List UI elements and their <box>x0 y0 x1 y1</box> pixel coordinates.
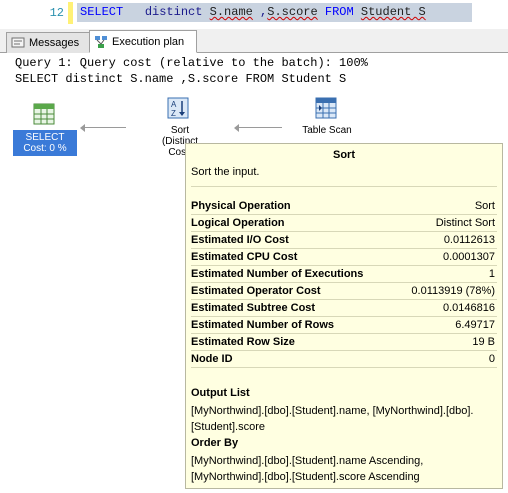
property-key: Estimated Subtree Cost <box>191 302 316 314</box>
svg-text:Z: Z <box>171 109 176 118</box>
line-number: 12 <box>49 6 64 20</box>
property-value: 19 B <box>472 336 495 348</box>
property-key: Logical Operation <box>191 217 285 229</box>
property-value: 6.49717 <box>455 319 495 331</box>
property-key: Estimated Number of Executions <box>191 268 364 280</box>
property-value: Distinct Sort <box>435 217 495 229</box>
tooltip-properties: Physical Operation Sort Logical Operation… <box>191 198 497 368</box>
property-key: Estimated Operator Cost <box>191 285 321 297</box>
select-result-icon[interactable] <box>33 103 55 130</box>
code-distinct: distinct <box>123 5 210 19</box>
property-value: 0.0146816 <box>443 302 495 314</box>
operator-tooltip: Sort Sort the input. Physical Operation S… <box>185 143 503 489</box>
messages-icon <box>11 36 25 50</box>
results-tab-strip: Messages Execution plan <box>0 29 508 53</box>
property-key: Estimated I/O Cost <box>191 234 289 246</box>
property-key: Estimated CPU Cost <box>191 251 298 263</box>
selected-code-line[interactable]: SELECT distinct S.name ,S.score FROM Stu… <box>77 3 472 22</box>
table-scan-icon[interactable] <box>315 97 337 124</box>
property-key: Estimated Row Size <box>191 336 295 348</box>
property-value: 0.0001307 <box>443 251 495 263</box>
property-row: Physical Operation Sort <box>191 198 497 215</box>
property-row: Node ID 0 <box>191 351 497 368</box>
code-column-name: S.name <box>209 5 253 19</box>
tab-execution-plan[interactable]: Execution plan <box>89 30 197 53</box>
property-row: Estimated Subtree Cost 0.0146816 <box>191 300 497 317</box>
execution-plan-icon <box>94 35 108 49</box>
tooltip-separator <box>191 186 497 187</box>
property-row: Estimated Number of Executions 1 <box>191 266 497 283</box>
property-value: 0.0113919 (78%) <box>411 285 495 297</box>
code-keyword-select: SELECT <box>80 5 124 19</box>
code-column-score: S.score <box>267 5 318 19</box>
flow-arrow-scan-to-sort <box>236 127 282 128</box>
tab-messages-label: Messages <box>29 37 80 49</box>
property-key: Node ID <box>191 353 233 365</box>
code-keyword-from: FROM <box>317 5 361 19</box>
property-row: Estimated I/O Cost 0.0112613 <box>191 232 497 249</box>
tooltip-description: Sort the input. <box>191 166 260 178</box>
order-by-text: [MyNorthwind].[dbo].[Student].name Ascen… <box>191 455 424 483</box>
flow-arrow-sort-to-select <box>82 127 126 128</box>
code-comma: , <box>252 5 268 19</box>
property-value: 1 <box>488 268 495 280</box>
sort-icon[interactable]: A Z <box>167 97 189 124</box>
property-value: 0 <box>488 353 495 365</box>
tab-execution-plan-label: Execution plan <box>112 35 185 48</box>
tooltip-title: Sort <box>333 149 355 161</box>
query-cost-header: Query 1: Query cost (relative to the bat… <box>15 56 368 70</box>
property-row: Estimated CPU Cost 0.0001307 <box>191 249 497 266</box>
property-row: Logical Operation Distinct Sort <box>191 215 497 232</box>
tab-messages[interactable]: Messages <box>6 32 90 53</box>
code-table-name: Student S <box>360 5 426 19</box>
output-list-heading: Output List <box>191 387 250 399</box>
query-editor[interactable]: 12 SELECT distinct S.name ,S.score FROM … <box>0 0 508 29</box>
arrow-head-icon <box>234 124 239 132</box>
query-text-header: SELECT distinct S.name ,S.score FROM Stu… <box>15 72 347 86</box>
output-list-text: [MyNorthwind].[dbo].[Student].name, [MyN… <box>191 405 474 433</box>
change-indicator <box>68 2 73 24</box>
property-key: Estimated Number of Rows <box>191 319 335 331</box>
property-key: Physical Operation <box>191 200 291 212</box>
table-scan-node-label[interactable]: Table Scan <box>284 125 370 136</box>
property-row: Estimated Number of Rows 6.49717 <box>191 317 497 334</box>
property-row: Estimated Operator Cost 0.0113919 (78%) <box>191 283 497 300</box>
arrow-head-icon <box>80 124 85 132</box>
property-value: 0.0112613 <box>443 234 495 246</box>
select-node-label[interactable]: SELECT Cost: 0 % <box>13 130 77 156</box>
svg-text:A: A <box>171 100 177 109</box>
property-row: Estimated Row Size 19 B <box>191 334 497 351</box>
order-by-heading: Order By <box>191 437 239 449</box>
property-value: Sort <box>474 200 495 212</box>
